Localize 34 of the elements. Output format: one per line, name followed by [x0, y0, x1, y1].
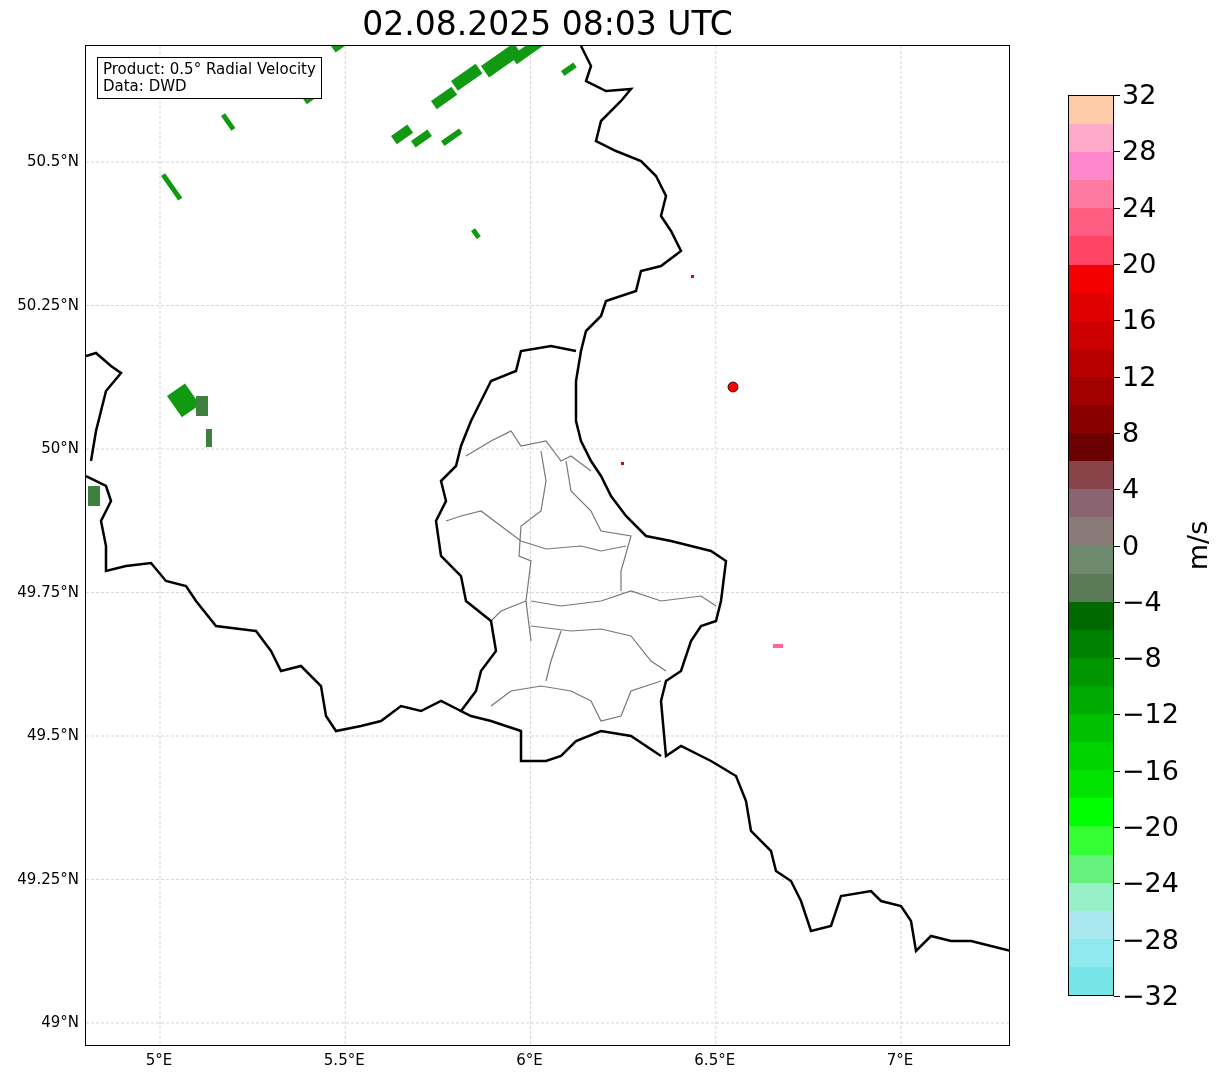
latitude-tick-label: 50.25°N — [17, 295, 79, 314]
longitude-tick-label: 5°E — [144, 1051, 174, 1069]
colorbar-tick-label: 12 — [1114, 361, 1179, 392]
colorbar-tick-label: 28 — [1114, 136, 1179, 167]
colorbar-tick-label: 16 — [1114, 305, 1179, 336]
colorbar-tick-label: −32 — [1114, 981, 1179, 1011]
longitude-tick-label: 5.5°E — [322, 1051, 366, 1069]
colorbar-tick-label: −20 — [1114, 812, 1179, 843]
colorbar-tick-label: −12 — [1114, 699, 1179, 730]
colorbar-tick-label: 8 — [1114, 417, 1179, 448]
latitude-tick-label: 49°N — [41, 1013, 79, 1031]
longitude-tick-label: 6.5°E — [693, 1051, 737, 1069]
latitude-tick-label: 50°N — [41, 439, 79, 457]
latitude-tick-label: 50.5°N — [26, 152, 79, 170]
colorbar-tick-label: 20 — [1114, 248, 1179, 279]
longitude-tick-label: 6°E — [515, 1051, 544, 1069]
colorbar-tick-label: −16 — [1114, 755, 1179, 786]
colorbar-tick-label: −8 — [1114, 643, 1179, 674]
colorbar-tick-label: 24 — [1114, 192, 1179, 223]
radar-site-marker — [727, 381, 739, 393]
colorbar-tick-label: −4 — [1114, 586, 1179, 617]
colorbar-tick-label: 0 — [1114, 530, 1179, 561]
colorbar-tick-label: −28 — [1114, 924, 1179, 955]
longitude-tick-label: 7°E — [885, 1051, 915, 1069]
latitude-tick-label: 49.75°N — [17, 582, 79, 601]
colorbar-label: m/s — [1182, 520, 1214, 571]
info-text: Data: DWD — [103, 78, 188, 95]
colorbar-tick-label: 4 — [1114, 474, 1179, 505]
chart-title: 02.08.2025 08:03 UTC — [362, 4, 733, 44]
info-text: Product: 0.5° Radial Velocity — [103, 61, 316, 78]
latitude-tick-label: 49.25°N — [17, 869, 79, 888]
colorbar-tick-label: −24 — [1114, 868, 1179, 899]
colorbar-tick-label: 32 — [1114, 80, 1179, 110]
latitude-tick-label: 49.5°N — [26, 726, 79, 744]
